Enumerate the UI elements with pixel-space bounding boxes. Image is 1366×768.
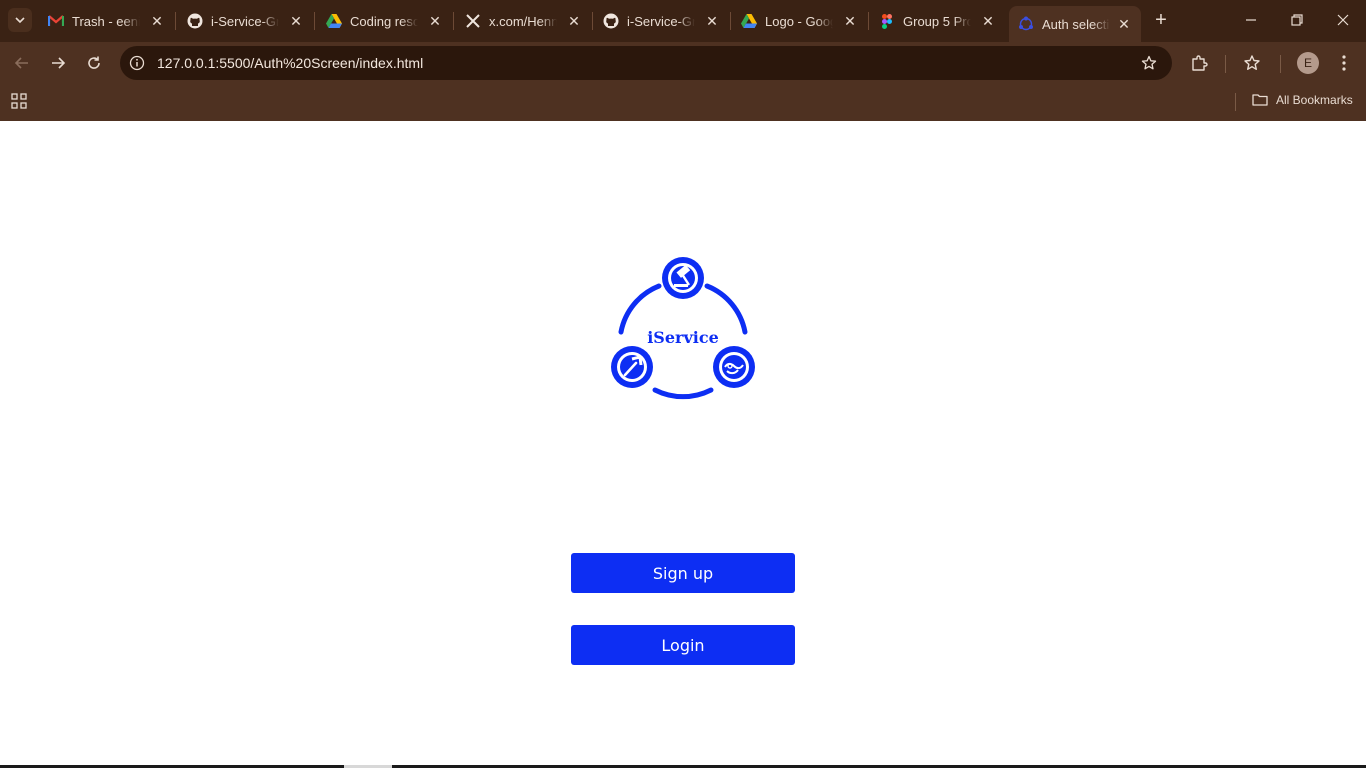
tab-divider <box>592 12 593 30</box>
close-icon[interactable]: ✕ <box>979 12 997 30</box>
close-icon[interactable]: ✕ <box>148 12 166 30</box>
tab-figma[interactable]: Group 5 Proj ✕ <box>879 6 997 36</box>
tab-divider <box>868 12 869 30</box>
close-icon[interactable]: ✕ <box>841 12 859 30</box>
tab-auth-selection[interactable]: Auth selectio ✕ <box>1009 6 1141 42</box>
gavel-icon <box>662 257 704 299</box>
hammer-icon <box>611 346 653 388</box>
close-icon[interactable]: ✕ <box>1115 15 1133 33</box>
reload-button[interactable] <box>82 51 106 75</box>
chevron-down-icon <box>15 17 25 24</box>
site-info-icon[interactable] <box>128 54 146 72</box>
tab-title: Coding resou <box>350 13 418 29</box>
tab-title: Logo - Goog <box>765 13 833 29</box>
bookmarks-manager-button[interactable] <box>1240 51 1264 75</box>
close-icon[interactable]: ✕ <box>287 12 305 30</box>
minimize-button[interactable] <box>1228 0 1274 40</box>
all-bookmarks-label: All Bookmarks <box>1276 93 1353 107</box>
restore-button[interactable] <box>1274 0 1320 40</box>
toolbar-divider <box>1225 55 1226 73</box>
tab-divider <box>453 12 454 30</box>
toolbar-divider <box>1280 55 1281 73</box>
restore-icon <box>1291 14 1303 26</box>
extensions-button[interactable] <box>1187 51 1211 75</box>
new-tab-button[interactable]: + <box>1151 10 1171 30</box>
close-icon[interactable]: ✕ <box>565 12 583 30</box>
star-list-icon <box>1244 55 1260 70</box>
tab-title: i-Service-Gro <box>211 13 279 29</box>
forward-button[interactable] <box>46 51 70 75</box>
tab-title: x.com/Henn <box>489 13 557 29</box>
figma-icon <box>879 13 895 29</box>
tab-title: i-Service-Gro <box>627 13 695 29</box>
tab-divider <box>314 12 315 30</box>
github-icon <box>603 13 619 29</box>
github-icon <box>187 13 203 29</box>
close-icon <box>1337 14 1349 26</box>
iservice-icon <box>1018 16 1034 32</box>
google-drive-icon <box>741 13 757 29</box>
bookmarks-divider <box>1235 93 1236 111</box>
url-text[interactable]: 127.0.0.1:5500/Auth%20Screen/index.html <box>157 55 423 71</box>
gmail-icon <box>48 13 64 29</box>
tab-logo-drive[interactable]: Logo - Goog ✕ <box>741 6 859 36</box>
address-bar[interactable]: 127.0.0.1:5500/Auth%20Screen/index.html <box>120 46 1172 80</box>
close-icon[interactable]: ✕ <box>703 12 721 30</box>
back-button[interactable] <box>10 51 34 75</box>
tab-title: Group 5 Proj <box>903 13 971 29</box>
iservice-logo: iService <box>611 257 755 400</box>
logo-text: iService <box>647 328 719 347</box>
close-window-button[interactable] <box>1320 0 1366 40</box>
arrow-left-icon <box>14 57 28 69</box>
page-content: iService Sign up Login <box>0 121 1366 768</box>
tab-gmail[interactable]: Trash - eenije ✕ <box>48 6 166 36</box>
handshake-icon <box>713 346 755 388</box>
profile-avatar[interactable]: E <box>1297 52 1319 74</box>
login-button[interactable]: Login <box>571 625 795 665</box>
google-drive-icon <box>326 13 342 29</box>
tab-x[interactable]: x.com/Henn ✕ <box>465 6 583 36</box>
tab-divider <box>730 12 731 30</box>
browser-toolbar: 127.0.0.1:5500/Auth%20Screen/index.html … <box>0 42 1366 84</box>
browser-menu-button[interactable] <box>1332 51 1356 75</box>
folder-icon <box>1252 94 1268 106</box>
bookmark-star-icon[interactable] <box>1140 54 1158 72</box>
bookmarks-bar: All Bookmarks <box>0 84 1366 121</box>
tab-github[interactable]: i-Service-Gro ✕ <box>603 6 721 36</box>
tab-title: Auth selectio <box>1042 16 1110 32</box>
tab-title: Trash - eenije <box>72 13 140 29</box>
tab-strip: Trash - eenije ✕ i-Service-Gro ✕ Coding … <box>0 0 1366 42</box>
minimize-icon <box>1246 19 1256 21</box>
apps-grid-icon[interactable] <box>11 93 29 111</box>
tab-coding-resources[interactable]: Coding resou ✕ <box>326 6 444 36</box>
reload-icon <box>88 56 100 69</box>
tab-divider <box>175 12 176 30</box>
all-bookmarks-button[interactable]: All Bookmarks <box>1252 92 1353 108</box>
puzzle-icon <box>1192 55 1208 71</box>
tab-github[interactable]: i-Service-Gro ✕ <box>187 6 305 36</box>
x-icon <box>465 13 481 29</box>
arrow-right-icon <box>52 57 66 69</box>
more-vertical-icon <box>1342 55 1346 71</box>
sign-up-button[interactable]: Sign up <box>571 553 795 593</box>
tab-search-button[interactable] <box>8 8 32 32</box>
close-icon[interactable]: ✕ <box>426 12 444 30</box>
